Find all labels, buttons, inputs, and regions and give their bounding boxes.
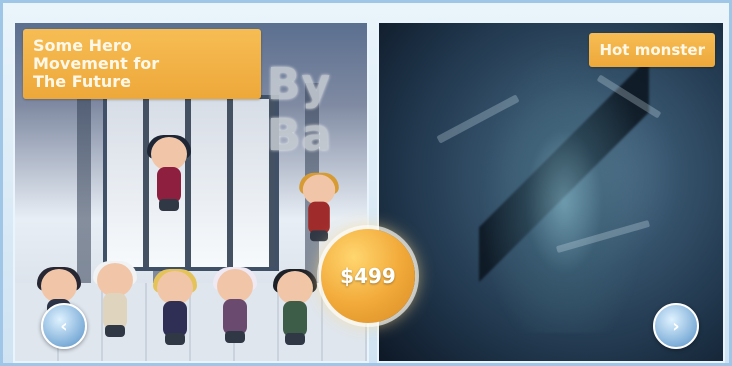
character-2 <box>93 261 137 337</box>
character-head <box>157 271 193 305</box>
background-text: By Ba <box>267 59 333 161</box>
chevron-right-icon[interactable]: › <box>653 303 699 349</box>
character-legs <box>225 331 245 343</box>
character-4 <box>213 267 257 343</box>
character-floating-right <box>299 172 339 242</box>
character-body <box>283 301 307 337</box>
promo-title-line: Some Hero <box>33 37 132 55</box>
character-legs <box>165 333 185 345</box>
character-legs <box>285 333 305 345</box>
background-window <box>103 95 279 271</box>
price-button[interactable]: $499 <box>321 229 415 323</box>
character-body <box>163 301 187 337</box>
promo-title-line: The Future <box>33 73 132 91</box>
chevron-left-icon[interactable]: ‹ <box>41 303 87 349</box>
promo-title-line: Movement for <box>33 55 160 73</box>
character-body <box>308 201 330 234</box>
character-head <box>151 137 187 171</box>
ad-carousel-frame: By Ba Some Hero Movement for The Future <box>0 0 732 366</box>
promo-title: Some Hero Movement for The Future <box>23 29 261 99</box>
character-3 <box>153 269 197 345</box>
promo-tag: Hot monster <box>589 33 715 67</box>
character-head <box>97 263 133 297</box>
character-body <box>157 167 181 203</box>
character-floating-center <box>147 135 191 211</box>
character-head <box>277 271 313 305</box>
character-5 <box>273 269 317 345</box>
character-legs <box>310 230 328 242</box>
character-head <box>41 269 77 303</box>
character-body <box>223 299 247 335</box>
monster-silhouette <box>479 43 649 333</box>
character-head <box>217 269 253 303</box>
character-legs <box>105 325 125 337</box>
character-legs <box>159 199 179 211</box>
character-body <box>103 293 127 329</box>
